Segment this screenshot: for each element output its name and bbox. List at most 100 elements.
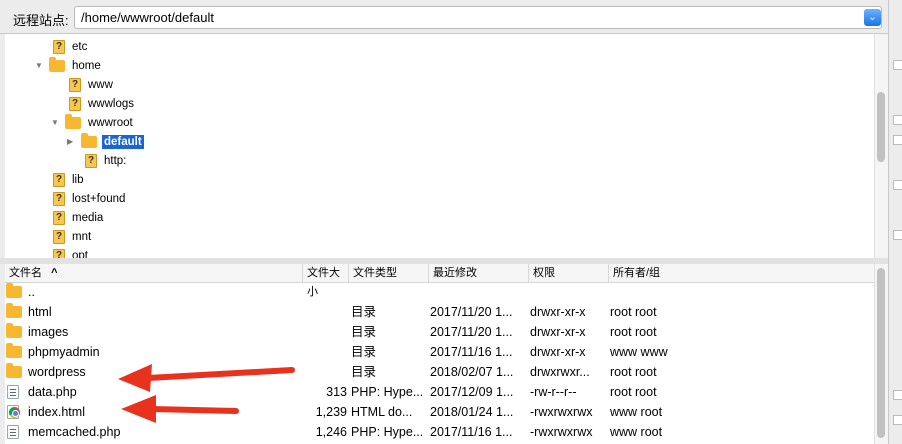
folder-icon	[6, 363, 22, 378]
panel-fragment	[893, 415, 902, 425]
file-modified: 2017/11/20 1...	[430, 325, 513, 339]
tree-item-media[interactable]: ? media	[53, 208, 105, 227]
file-permissions: -rw-r--r--	[530, 385, 577, 399]
file-size	[301, 342, 347, 362]
expand-arrow-icon[interactable]: ▼	[51, 118, 65, 127]
question-folder-icon: ?	[69, 77, 81, 92]
tree-item-label: mnt	[72, 230, 92, 243]
tree-item-wwwroot[interactable]: ▼ wwwroot	[51, 113, 135, 132]
file-type: PHP: Hype...	[351, 425, 424, 439]
file-row-parent[interactable]: ..	[5, 282, 875, 302]
file-row[interactable]: images 目录 2017/11/20 1... drwxr-xr-x roo…	[5, 322, 875, 342]
panel-fragment	[893, 115, 902, 125]
tree-item-label: default	[102, 134, 144, 149]
column-header-permissions[interactable]: 权限	[529, 264, 609, 283]
file-permissions: drwxr-xr-x	[530, 325, 586, 339]
column-header-size[interactable]: 文件大小	[303, 264, 349, 298]
file-row[interactable]: wordpress 目录 2018/02/07 1... drwxrwxr...…	[5, 362, 875, 382]
folder-icon	[6, 343, 22, 358]
file-size: 1,246	[315, 425, 347, 439]
tree-item-www[interactable]: ? www	[69, 75, 115, 94]
file-owner: www www	[610, 345, 668, 359]
column-header-owner[interactable]: 所有者/组	[609, 264, 875, 283]
sort-ascending-icon: ^	[51, 267, 58, 279]
question-folder-icon: ?	[69, 96, 81, 111]
file-list-scrollbar[interactable]	[874, 264, 888, 444]
file-owner: root root	[610, 365, 657, 379]
file-modified: 2018/01/24 1...	[430, 405, 514, 419]
directory-tree[interactable]: ? etc ▼ home ? www ? wwwlogs ▼ wwwroot ▶…	[5, 34, 888, 258]
file-row[interactable]: html 目录 2017/11/20 1... drwxr-xr-x root …	[5, 302, 875, 322]
question-folder-icon: ?	[53, 210, 65, 225]
file-row[interactable]: memcached.php 1,246 PHP: Hype... 2017/11…	[5, 422, 875, 442]
question-folder-icon: ?	[53, 39, 65, 54]
tree-item-wwwlogs[interactable]: ? wwwlogs	[69, 94, 136, 113]
file-owner: www root	[610, 405, 663, 419]
remote-site-bar: 远程站点: /home/wwwroot/default ⌄	[0, 0, 888, 34]
file-list-header: 文件名 ^ 文件大小 文件类型 最近修改 权限 所有者/组	[5, 264, 875, 298]
collapse-arrow-icon[interactable]: ▶	[67, 137, 81, 146]
column-header-modified[interactable]: 最近修改	[429, 264, 529, 283]
folder-icon	[6, 323, 22, 338]
panel-fragment	[893, 390, 902, 400]
question-folder-icon: ?	[85, 153, 97, 168]
column-header-name[interactable]: 文件名 ^	[5, 264, 303, 283]
tree-item-home[interactable]: ▼ home	[35, 56, 103, 75]
file-list-scrollbar-thumb[interactable]	[877, 268, 885, 438]
file-modified: 2017/11/16 1...	[430, 425, 513, 439]
remote-site-label: 远程站点:	[13, 13, 69, 28]
tree-item-label: http:	[104, 154, 127, 167]
remote-path-input[interactable]: /home/wwwroot/default ⌄	[74, 6, 882, 29]
chrome-icon	[9, 407, 20, 418]
tree-item-label: lost+found	[72, 192, 126, 205]
tree-scrollbar-thumb[interactable]	[877, 92, 885, 162]
column-header-label: 文件名	[9, 267, 42, 279]
file-row[interactable]: phpmyadmin 目录 2017/11/16 1... drwxr-xr-x…	[5, 342, 875, 362]
file-owner: root root	[610, 325, 657, 339]
remote-path-value: /home/wwwroot/default	[81, 10, 214, 25]
folder-icon	[65, 113, 81, 129]
tree-item-label: lib	[72, 173, 84, 186]
html-file-icon	[7, 405, 20, 419]
folder-icon	[6, 303, 22, 318]
file-permissions: drwxr-xr-x	[530, 305, 586, 319]
tree-item-label: etc	[72, 40, 88, 53]
file-type: PHP: Hype...	[351, 385, 424, 399]
expand-arrow-icon[interactable]: ▼	[35, 61, 49, 70]
question-folder-icon: ?	[53, 191, 65, 206]
tree-item-default[interactable]: ▶ default	[67, 132, 144, 151]
tree-scrollbar[interactable]	[874, 34, 888, 258]
file-name: data.php	[28, 385, 77, 399]
tree-item-label: media	[72, 211, 104, 224]
file-list[interactable]: 文件名 ^ 文件大小 文件类型 最近修改 权限 所有者/组 .. html 目录…	[5, 264, 888, 444]
tree-item-lost-found[interactable]: ? lost+found	[53, 189, 127, 208]
tree-item-mnt[interactable]: ? mnt	[53, 227, 93, 246]
question-folder-icon: ?	[53, 229, 65, 244]
tree-item-http[interactable]: ? http:	[85, 151, 128, 170]
file-owner: root root	[610, 305, 657, 319]
php-file-icon	[7, 385, 19, 399]
tree-item-etc[interactable]: ? etc	[53, 37, 89, 56]
question-folder-icon: ?	[53, 172, 65, 187]
adjacent-panel-edge	[888, 0, 902, 444]
file-owner: www root	[610, 425, 663, 439]
file-row[interactable]: index.html 1,239 HTML do... 2018/01/24 1…	[5, 402, 875, 422]
file-size	[301, 362, 347, 382]
file-name: phpmyadmin	[28, 345, 100, 359]
file-permissions: -rwxrwxrwx	[530, 425, 593, 439]
panel-fragment	[893, 180, 902, 190]
file-size: 1,239	[315, 405, 347, 419]
file-row[interactable]: data.php 313 PHP: Hype... 2017/12/09 1..…	[5, 382, 875, 402]
file-type: 目录	[351, 345, 377, 359]
column-header-type[interactable]: 文件类型	[349, 264, 429, 283]
tree-item-lib[interactable]: ? lib	[53, 170, 86, 189]
folder-icon	[49, 56, 65, 72]
folder-icon	[81, 132, 97, 148]
tree-item-opt[interactable]: ? opt	[53, 246, 90, 258]
file-modified: 2017/12/09 1...	[430, 385, 514, 399]
path-dropdown-button[interactable]: ⌄	[864, 9, 881, 26]
file-modified: 2018/02/07 1...	[430, 365, 514, 379]
file-permissions: drwxr-xr-x	[530, 345, 586, 359]
panel-fragment	[893, 135, 902, 145]
file-name: html	[28, 305, 52, 319]
